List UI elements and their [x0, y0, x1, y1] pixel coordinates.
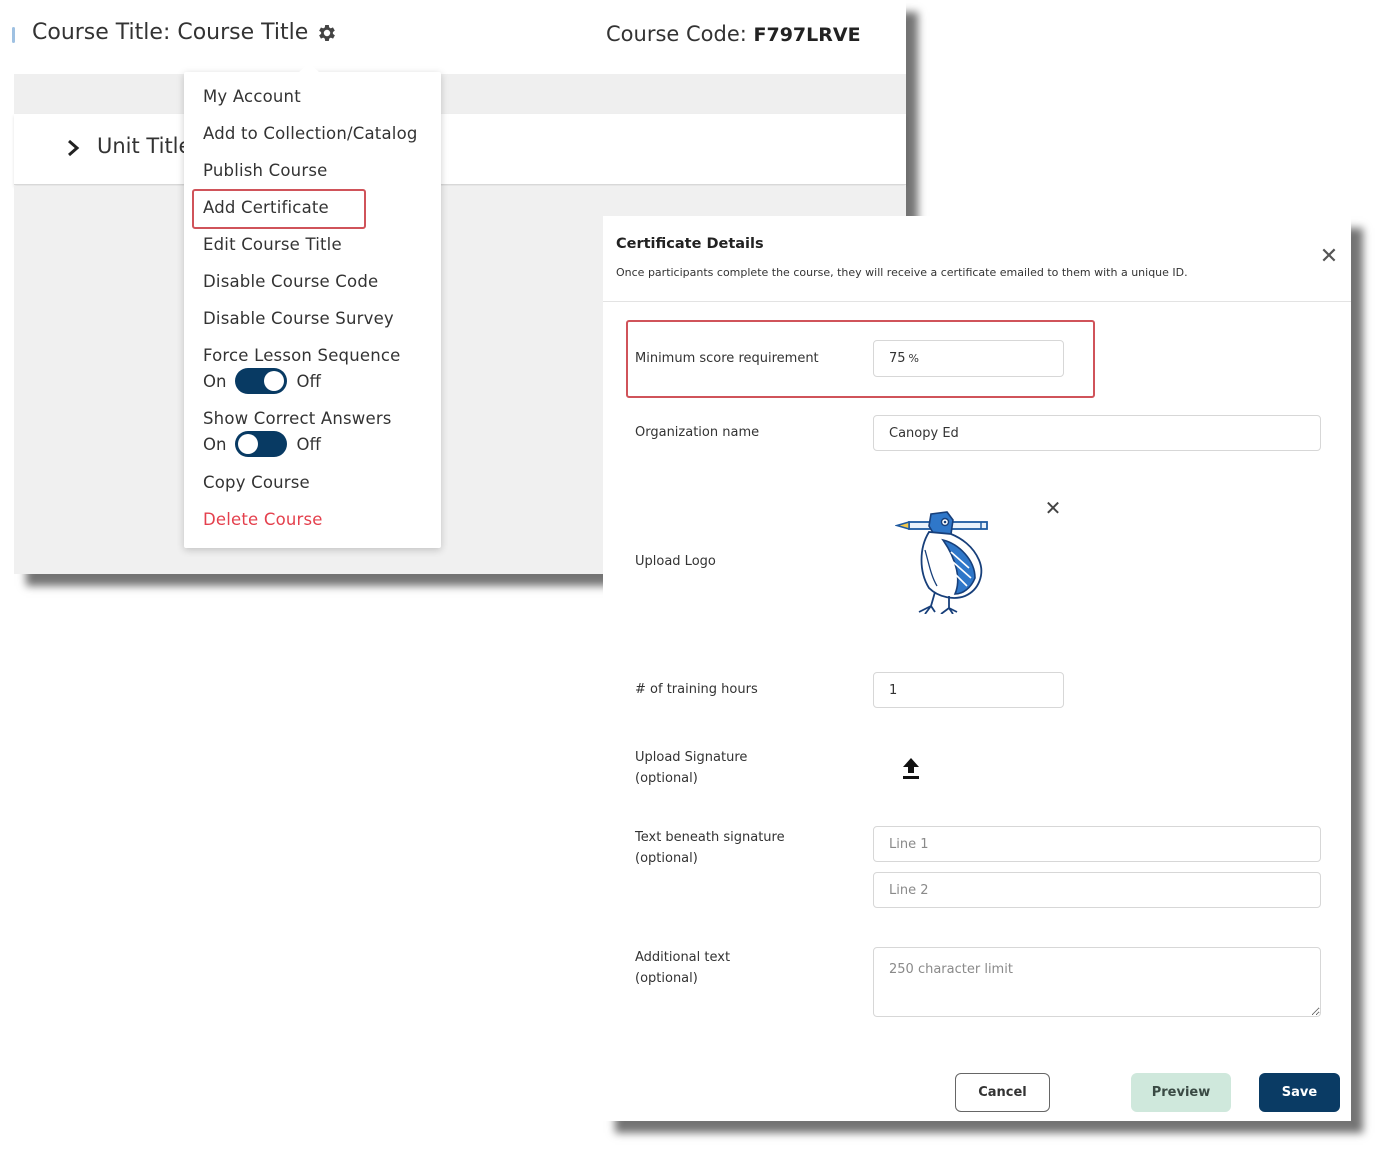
training-hours-label: # of training hours: [635, 682, 758, 697]
bird-logo: [895, 511, 988, 614]
upload-icon[interactable]: [901, 756, 921, 780]
menu-item-my-account[interactable]: My Account: [203, 87, 301, 106]
course-header: Course Title: Course Title Course Code: …: [14, 0, 906, 74]
show-correct-answers-toggle[interactable]: [235, 431, 288, 457]
close-icon[interactable]: ✕: [1319, 246, 1339, 268]
menu-item-add-certificate[interactable]: Add Certificate: [203, 198, 329, 217]
chevron-right-icon[interactable]: [66, 139, 80, 157]
force-lesson-sequence-toggle-row: On Off: [203, 368, 321, 394]
menu-item-add-to-collection[interactable]: Add to Collection/Catalog: [203, 124, 418, 143]
min-score-value: 75: [889, 351, 906, 366]
additional-text-label-line1: Additional text: [635, 950, 731, 965]
upload-signature-label: Upload Signature (optional): [635, 747, 747, 789]
toggle-on-label: On: [203, 371, 227, 391]
course-code: Course Code: F797LRVE: [606, 22, 861, 46]
course-title: Course Title: Course Title: [32, 20, 309, 45]
show-correct-answers-toggle-row: On Off: [203, 431, 321, 457]
menu-item-copy-course[interactable]: Copy Course: [203, 473, 310, 492]
menu-item-disable-course-survey[interactable]: Disable Course Survey: [203, 309, 394, 328]
signature-text-label-line1: Text beneath signature: [635, 830, 785, 845]
certificate-details-modal: Certificate Details Once participants co…: [603, 216, 1351, 1121]
signature-line2-input[interactable]: [873, 872, 1321, 908]
upload-logo-label: Upload Logo: [635, 554, 716, 569]
menu-item-delete-course[interactable]: Delete Course: [203, 510, 323, 529]
modal-subtitle: Once participants complete the course, t…: [616, 266, 1188, 279]
course-settings-menu: My Account Add to Collection/Catalog Pub…: [184, 62, 441, 548]
cancel-button[interactable]: Cancel: [955, 1073, 1050, 1112]
menu-item-show-correct-answers: Show Correct Answers: [203, 409, 392, 428]
menu-item-force-lesson-sequence: Force Lesson Sequence: [203, 346, 401, 365]
unit-row[interactable]: Unit Title: [14, 114, 906, 185]
upload-signature-label-line2: (optional): [635, 771, 698, 786]
toggle-knob: [264, 371, 285, 391]
additional-text-label-line2: (optional): [635, 971, 698, 986]
additional-text-input[interactable]: [873, 947, 1321, 1017]
org-name-input[interactable]: [873, 415, 1321, 451]
signature-line1-input[interactable]: [873, 826, 1321, 862]
save-button[interactable]: Save: [1259, 1073, 1340, 1112]
toggle-off-label: Off: [296, 371, 321, 391]
upload-signature-label-line1: Upload Signature: [635, 750, 748, 765]
course-title-group: Course Title: Course Title: [32, 20, 338, 45]
menu-item-publish-course[interactable]: Publish Course: [203, 161, 327, 180]
course-code-label: Course Code:: [606, 22, 754, 46]
window-edge-mark: [12, 27, 15, 43]
gear-icon[interactable]: [316, 22, 338, 44]
menu-item-edit-course-title[interactable]: Edit Course Title: [203, 235, 342, 254]
percent-suffix: %: [908, 352, 919, 365]
remove-logo-icon[interactable]: ✕: [1044, 498, 1062, 518]
menu-item-disable-course-code[interactable]: Disable Course Code: [203, 272, 378, 291]
toggle-off-label: Off: [296, 434, 321, 454]
toggle-knob: [238, 434, 259, 454]
modal-title: Certificate Details: [616, 236, 764, 252]
min-score-input[interactable]: 75 %: [873, 340, 1064, 377]
preview-button[interactable]: Preview: [1131, 1073, 1231, 1112]
signature-text-label-line2: (optional): [635, 851, 698, 866]
course-code-value: F797LRVE: [753, 24, 861, 46]
unit-title: Unit Title: [97, 134, 192, 158]
toggle-on-label: On: [203, 434, 227, 454]
signature-text-label: Text beneath signature (optional): [635, 827, 785, 869]
min-score-label: Minimum score requirement: [635, 351, 819, 366]
force-lesson-sequence-toggle[interactable]: [235, 368, 288, 394]
toolbar-band: [14, 74, 906, 114]
training-hours-input[interactable]: [873, 672, 1064, 708]
modal-header: Certificate Details Once participants co…: [603, 216, 1351, 302]
org-name-label: Organization name: [635, 425, 760, 440]
additional-text-label: Additional text (optional): [635, 947, 730, 989]
